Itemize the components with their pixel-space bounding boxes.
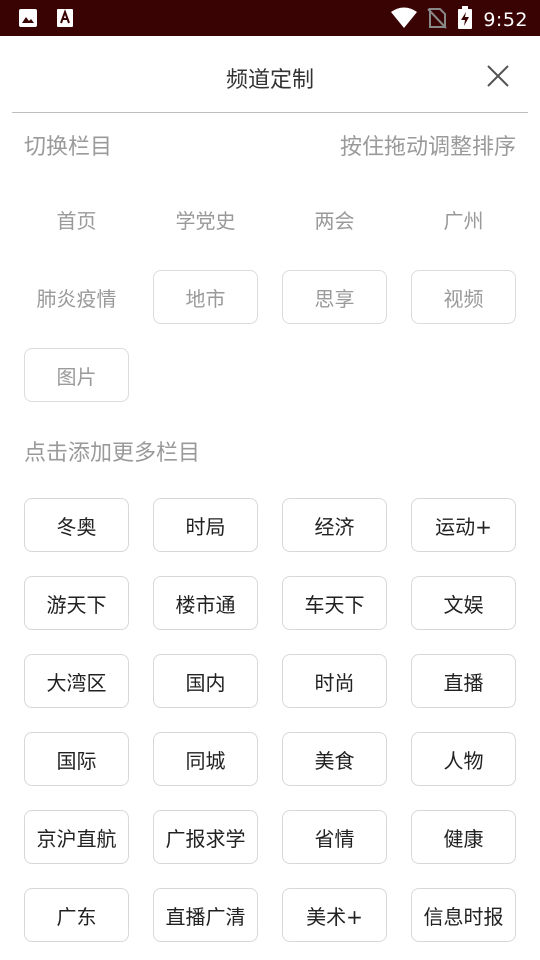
channel-add-item[interactable]: 楼市通 bbox=[153, 576, 258, 630]
channel-selected[interactable]: 地市 bbox=[153, 270, 258, 324]
channel-add-item[interactable]: 国际 bbox=[24, 732, 129, 786]
channel-add-item[interactable]: 时局 bbox=[153, 498, 258, 552]
channel-add-item[interactable]: 省情 bbox=[282, 810, 387, 864]
channel-add-item[interactable]: 车天下 bbox=[282, 576, 387, 630]
header-divider bbox=[12, 112, 528, 113]
channel-fixed[interactable]: 肺炎疫情 bbox=[24, 270, 129, 324]
no-sim-icon bbox=[427, 7, 448, 33]
channel-fixed[interactable]: 学党史 bbox=[153, 192, 258, 246]
section-title-my-channels: 切换栏目 bbox=[24, 135, 113, 160]
header: 频道定制 bbox=[0, 36, 540, 112]
battery-charging-icon bbox=[457, 6, 473, 34]
channel-add-item[interactable]: 京沪直航 bbox=[24, 810, 129, 864]
status-time: 9:52 bbox=[483, 9, 528, 31]
close-icon[interactable] bbox=[486, 64, 510, 88]
text-a-icon bbox=[56, 8, 74, 32]
channel-add-item[interactable]: 大湾区 bbox=[24, 654, 129, 708]
page-title: 频道定制 bbox=[225, 68, 314, 93]
channel-fixed[interactable]: 首页 bbox=[24, 192, 129, 246]
channel-add-item[interactable]: 同城 bbox=[153, 732, 258, 786]
channel-add-item[interactable]: 信息时报 bbox=[411, 888, 516, 942]
more-channels-grid: 冬奥 时局 经济 运动+ 游天下 楼市通 车天下 文娱 大湾区 国内 时尚 直播… bbox=[24, 498, 516, 942]
channel-add-item[interactable]: 经济 bbox=[282, 498, 387, 552]
channel-selected[interactable]: 视频 bbox=[411, 270, 516, 324]
channel-add-item[interactable]: 广报求学 bbox=[153, 810, 258, 864]
my-channels-grid: 首页 学党史 两会 广州 肺炎疫情 地市 思享 视频 图片 bbox=[24, 192, 516, 402]
channel-add-item[interactable]: 直播 bbox=[411, 654, 516, 708]
channel-selected[interactable]: 图片 bbox=[24, 348, 129, 402]
channel-add-item[interactable]: 美术+ bbox=[282, 888, 387, 942]
image-icon bbox=[18, 8, 38, 32]
channel-add-item[interactable]: 游天下 bbox=[24, 576, 129, 630]
status-bar: 9:52 bbox=[0, 0, 540, 36]
channel-add-item[interactable]: 美食 bbox=[282, 732, 387, 786]
section-title-more-channels: 点击添加更多栏目 bbox=[24, 441, 201, 466]
channel-add-item[interactable]: 冬奥 bbox=[24, 498, 129, 552]
channel-add-item[interactable]: 人物 bbox=[411, 732, 516, 786]
channel-add-item[interactable]: 广东 bbox=[24, 888, 129, 942]
channel-selected[interactable]: 思享 bbox=[282, 270, 387, 324]
channel-add-item[interactable]: 文娱 bbox=[411, 576, 516, 630]
drag-sort-hint: 按住拖动调整排序 bbox=[339, 135, 516, 160]
channel-fixed[interactable]: 广州 bbox=[411, 192, 516, 246]
wifi-icon bbox=[391, 7, 418, 33]
channel-add-item[interactable]: 直播广清 bbox=[153, 888, 258, 942]
channel-add-item[interactable]: 国内 bbox=[153, 654, 258, 708]
channel-add-item[interactable]: 健康 bbox=[411, 810, 516, 864]
channel-fixed[interactable]: 两会 bbox=[282, 192, 387, 246]
channel-add-item[interactable]: 时尚 bbox=[282, 654, 387, 708]
channel-add-item[interactable]: 运动+ bbox=[411, 498, 516, 552]
